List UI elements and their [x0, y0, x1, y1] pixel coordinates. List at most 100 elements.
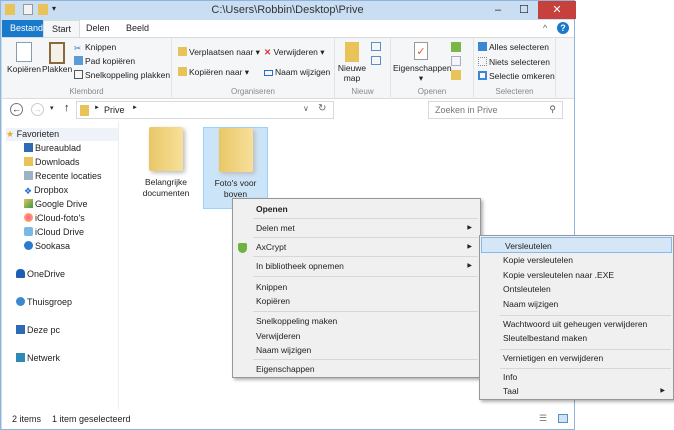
rename-button[interactable]: Naam wijzigen — [264, 67, 330, 77]
new-folder-button[interactable]: Nieuwe map — [337, 42, 367, 83]
paste-shortcut-button[interactable]: Snelkoppeling plakken — [74, 70, 170, 80]
folder-icon — [218, 128, 253, 172]
shortcut-icon — [74, 70, 83, 79]
menu-item-bibliotheek[interactable]: In bibliotheek opnemen ▶ — [233, 258, 480, 274]
address-bar[interactable]: ► Prive ► ∨ ↻ — [76, 101, 334, 119]
folder-icon — [80, 105, 89, 116]
nav-this-pc[interactable]: Deze pc — [16, 324, 60, 337]
submenu-item-taal[interactable]: Taal ▶ — [480, 383, 673, 399]
nav-item-recent[interactable]: Recente locaties — [24, 170, 102, 183]
menu-item-eigenschappen[interactable]: Eigenschappen — [233, 361, 480, 377]
copy-button[interactable]: Kopiëren — [6, 42, 42, 74]
downloads-icon — [24, 157, 33, 166]
menu-item-naam-wijzigen[interactable]: Naam wijzigen — [233, 342, 480, 358]
search-input[interactable]: Zoeken in Prive ⚲ — [428, 101, 563, 119]
properties-button[interactable]: ✓ Eigenschappen ▾ — [393, 42, 452, 84]
nav-label: Favorieten — [16, 129, 60, 139]
menu-item-axcrypt[interactable]: AxCrypt ▶ — [233, 239, 480, 255]
nav-item-icloud-drive[interactable]: iCloud Drive — [24, 226, 84, 239]
select-none-button[interactable]: Niets selecteren — [478, 57, 550, 67]
nav-homegroup[interactable]: Thuisgroep — [16, 296, 72, 309]
delete-x-icon: ✕ — [264, 47, 272, 57]
menu-item-snelkoppeling[interactable]: Snelkoppeling maken — [233, 313, 480, 329]
large-icons-view-icon[interactable] — [558, 414, 568, 423]
navigation-pane: ★ Favorieten Bureaublad Downloads Recent… — [2, 121, 119, 409]
submenu-item-vernietigen[interactable]: Vernietigen en verwijderen — [480, 350, 673, 366]
minimize-button[interactable]: – — [485, 1, 511, 19]
nav-label: Downloads — [35, 157, 80, 167]
details-view-icon[interactable]: ☰ — [539, 413, 547, 424]
help-icon[interactable]: ? — [557, 22, 569, 34]
easy-access-icon[interactable] — [371, 56, 381, 65]
nav-item-icloud-photos[interactable]: iCloud-foto's — [24, 212, 85, 225]
submenu-item-naam-wijzigen[interactable]: Naam wijzigen — [480, 296, 673, 312]
nav-onedrive[interactable]: OneDrive — [16, 268, 65, 281]
paste-button[interactable]: Plakken — [42, 42, 72, 74]
menu-separator — [253, 311, 478, 312]
google-drive-icon — [24, 199, 33, 208]
nav-network[interactable]: Netwerk — [16, 352, 60, 365]
delete-button[interactable]: ✕ Verwijderen ▾ — [264, 47, 325, 58]
nav-favorites[interactable]: ★ Favorieten — [6, 128, 118, 141]
nav-item-bureaublad[interactable]: Bureaublad — [24, 142, 81, 155]
computer-icon — [16, 325, 25, 334]
tab-delen[interactable]: Delen — [78, 20, 118, 37]
submenu-item-kopie-versleutelen[interactable]: Kopie versleutelen — [480, 252, 673, 268]
menu-label: In bibliotheek opnemen — [256, 261, 344, 271]
cut-button[interactable]: ✂ Knippen — [74, 42, 116, 53]
sookasa-icon — [24, 241, 33, 250]
nav-label: Google Drive — [35, 199, 88, 209]
forward-button[interactable]: → — [31, 103, 44, 116]
folder-item[interactable]: Belangrijke documenten — [131, 127, 201, 199]
nav-item-sookasa[interactable]: Sookasa — [24, 240, 70, 253]
edit-icon[interactable] — [451, 56, 461, 66]
dropbox-icon: ❖ — [24, 186, 33, 196]
copy-to-button[interactable]: Kopiëren naar ▾ — [178, 67, 249, 78]
address-row: ← → ▾ ↑ ► Prive ► ∨ ↻ Zoeken in Prive ⚲ — [2, 99, 574, 121]
breadcrumb-prive[interactable]: Prive — [104, 105, 125, 115]
address-dropdown-icon[interactable]: ∨ — [303, 104, 309, 113]
nav-label: Recente locaties — [35, 171, 102, 181]
nav-item-dropbox[interactable]: ❖ Dropbox — [24, 184, 68, 197]
history-icon[interactable] — [451, 70, 461, 80]
selection-count: 1 item geselecteerd — [52, 414, 131, 424]
rename-icon — [264, 70, 273, 76]
move-to-label: Verplaatsen naar — [189, 47, 254, 57]
copy-path-label: Pad kopiëren — [85, 56, 136, 66]
invert-selection-button[interactable]: Selectie omkeren — [478, 71, 555, 81]
nav-item-downloads[interactable]: Downloads — [24, 156, 80, 169]
context-menu: Openen Delen met ▶ AxCrypt ▶ In bibliothee… — [232, 198, 481, 378]
new-item-icon[interactable] — [371, 42, 381, 51]
tab-beeld[interactable]: Beeld — [118, 20, 157, 37]
recent-locations-dropdown[interactable]: ▾ — [50, 104, 54, 112]
submenu-item-ontsleutelen[interactable]: Ontsleutelen — [480, 281, 673, 297]
select-all-button[interactable]: Alles selecteren — [478, 42, 549, 52]
maximize-button[interactable]: ☐ — [511, 1, 537, 19]
menu-item-kopieren[interactable]: Kopiëren — [233, 293, 480, 309]
copy-path-button[interactable]: Pad kopiëren — [74, 56, 135, 66]
folder-name: Belangrijke — [144, 177, 188, 187]
collapse-ribbon-icon[interactable]: ^ — [543, 23, 547, 33]
status-bar: 2 items 1 item geselecteerd ☰ — [2, 409, 574, 429]
move-to-button[interactable]: Verplaatsen naar ▾ — [178, 47, 260, 58]
properties-check-icon: ✓ — [414, 42, 428, 60]
submenu-item-sleutelbestand[interactable]: Sleutelbestand maken — [480, 330, 673, 346]
open-icon[interactable] — [451, 42, 461, 52]
submenu-item-versleutelen[interactable]: Versleutelen — [481, 237, 672, 253]
tab-start[interactable]: Start — [43, 20, 81, 37]
back-button[interactable]: ← — [10, 103, 23, 116]
new-folder-icon — [345, 42, 359, 62]
menu-item-openen[interactable]: Openen — [233, 201, 480, 217]
refresh-icon[interactable]: ↻ — [318, 103, 326, 114]
up-button[interactable]: ↑ — [64, 102, 70, 114]
homegroup-icon — [16, 297, 25, 306]
submenu-arrow-icon: ▶ — [467, 263, 472, 269]
copy-folder-icon — [178, 67, 187, 76]
folder-item-selected[interactable]: Foto's voor boven — [203, 127, 268, 209]
close-button[interactable]: ✕ — [538, 1, 576, 19]
group-label: Organiseren — [230, 87, 276, 96]
nav-item-google-drive[interactable]: Google Drive — [24, 198, 88, 211]
menu-item-delen-met[interactable]: Delen met ▶ — [233, 220, 480, 236]
group-label: Openen — [417, 87, 447, 96]
axcrypt-shield-icon — [238, 243, 247, 253]
